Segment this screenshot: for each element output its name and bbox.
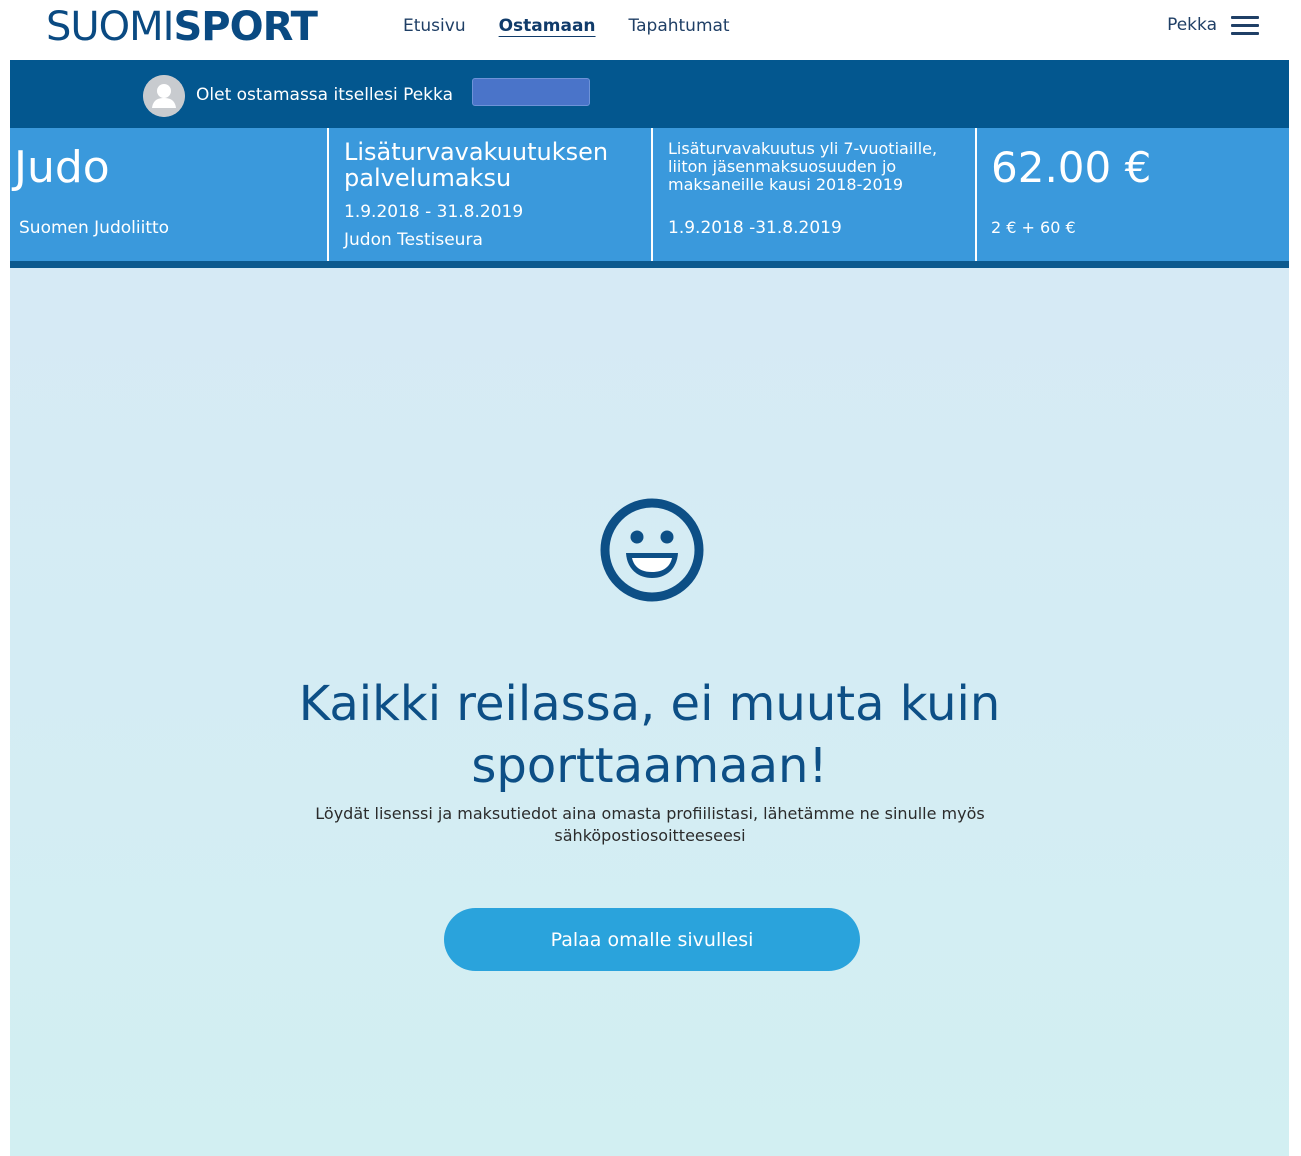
- user-name[interactable]: Pekka: [1167, 12, 1217, 38]
- insurance-cell: Lisäturvavakuutus yli 7-vuotiaille, liit…: [651, 128, 975, 261]
- success-subtext: Löydät lisenssi ja maksutiedot aina omas…: [250, 803, 1050, 847]
- sport-cell: Judo Suomen Judoliitto: [10, 128, 327, 261]
- success-panel: Kaikki reilassa, ei muuta kuin sporttaam…: [10, 268, 1289, 1156]
- insurance-period: 1.9.2018 -31.8.2019: [668, 218, 842, 238]
- success-heading-line1: Kaikki reilassa, ei muuta kuin: [298, 676, 1001, 732]
- success-subtext-line1: Löydät lisenssi ja maksutiedot aina omas…: [315, 804, 985, 823]
- buyer-banner: Olet ostamassa itsellesi Pekka: [10, 60, 1289, 128]
- suomisport-logo[interactable]: SUOMISPORT: [46, 3, 318, 51]
- success-heading: Kaikki reilassa, ei muuta kuin sporttaam…: [10, 673, 1289, 797]
- sport-name: Judo: [14, 142, 110, 193]
- user-avatar-icon: [143, 75, 185, 117]
- return-to-profile-button[interactable]: Palaa omalle sivullesi: [444, 908, 860, 971]
- success-subtext-line2: sähköpostiosoitteeseesi: [554, 826, 746, 845]
- price-breakdown: 2 € + 60 €: [991, 218, 1076, 237]
- total-price: 62.00 €: [991, 143, 1152, 192]
- fee-period: 1.9.2018 - 31.8.2019: [344, 202, 524, 222]
- logo-text-light: SUOMI: [46, 4, 174, 50]
- price-cell: 62.00 € 2 € + 60 €: [975, 128, 1289, 261]
- nav-link-tapahtumat[interactable]: Tapahtumat: [629, 14, 730, 38]
- logo-text-bold: SP: [173, 4, 230, 50]
- redacted-surname: [472, 78, 590, 106]
- club-name: Judon Testiseura: [344, 230, 483, 250]
- insurance-description: Lisäturvavakuutus yli 7-vuotiaille, liit…: [668, 139, 938, 194]
- logo-o: O: [229, 4, 264, 50]
- nav-link-ostamaan[interactable]: Ostamaan: [499, 14, 596, 38]
- purchase-summary: Judo Suomen Judoliitto Lisäturvavakuutuk…: [10, 128, 1289, 268]
- fee-cell: Lisäturvavakuutuksen palvelumaksu 1.9.20…: [327, 128, 651, 261]
- hamburger-menu-icon[interactable]: [1231, 14, 1259, 36]
- nav-link-etusivu[interactable]: Etusivu: [403, 14, 466, 38]
- fee-title: Lisäturvavakuutuksen palvelumaksu: [344, 138, 609, 192]
- main-nav: Etusivu Ostamaan Tapahtumat: [403, 14, 730, 38]
- buyer-text: Olet ostamassa itsellesi Pekka: [196, 85, 453, 105]
- logo-text-bold-end: RT: [262, 4, 318, 50]
- success-heading-line2: sporttaamaan!: [471, 738, 828, 794]
- smiley-face-icon: [600, 498, 704, 602]
- user-menu[interactable]: Pekka: [1167, 12, 1259, 38]
- top-navigation: SUOMISPORT Etusivu Ostamaan Tapahtumat P…: [0, 0, 1301, 60]
- federation-name: Suomen Judoliitto: [19, 218, 170, 238]
